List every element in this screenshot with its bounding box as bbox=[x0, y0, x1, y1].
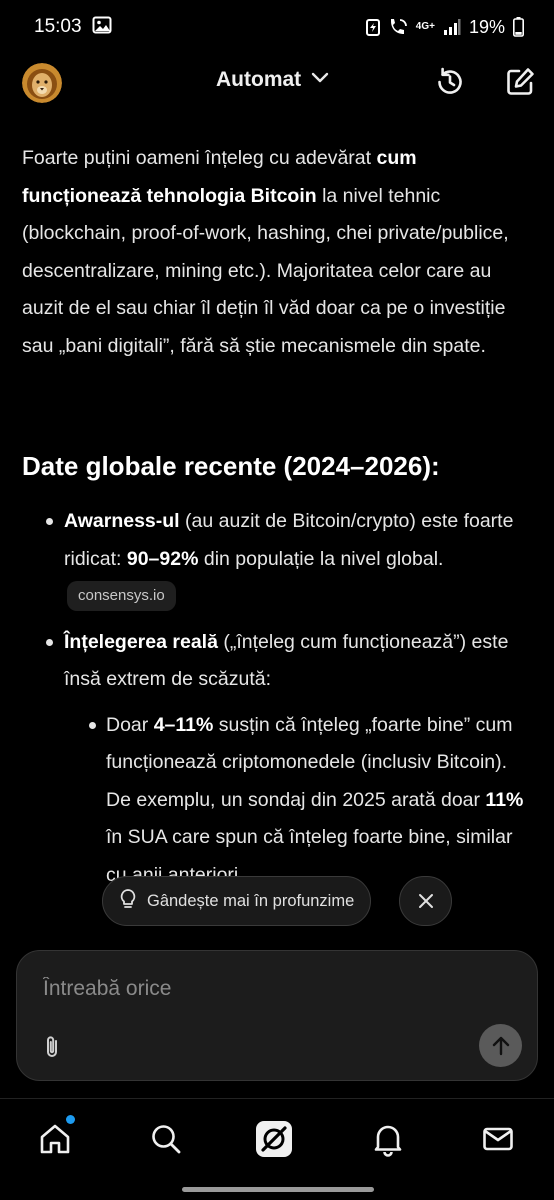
arrow-up-icon bbox=[492, 1036, 509, 1055]
response-paragraph: Foarte puțini oameni înțeleg cu adevărat… bbox=[22, 140, 534, 365]
history-icon bbox=[438, 67, 462, 94]
text-run-bold: Înțelegerea reală bbox=[64, 630, 218, 653]
nav-grok[interactable] bbox=[254, 1119, 294, 1159]
close-icon bbox=[418, 894, 433, 908]
home-indicator[interactable] bbox=[182, 1187, 374, 1192]
paperclip-icon bbox=[47, 1036, 57, 1057]
nav-notifications[interactable] bbox=[368, 1119, 408, 1159]
list-item: Awarness-ul (au auzit de Bitcoin/crypto)… bbox=[22, 503, 534, 616]
prompt-input[interactable] bbox=[43, 977, 483, 1001]
list-item: Înțelegerea reală („înțeleg cum funcțion… bbox=[22, 624, 534, 699]
think-deeper-button[interactable]: Gândește mai în profunzime bbox=[102, 876, 372, 926]
text-run-bold: Awarness-ul bbox=[64, 510, 180, 532]
nav-search[interactable] bbox=[146, 1119, 186, 1159]
status-right: 4G+ 19% bbox=[365, 16, 524, 38]
lightbulb-icon bbox=[119, 888, 137, 915]
mail-icon bbox=[483, 1127, 513, 1151]
status-time: 15:03 bbox=[34, 16, 82, 37]
network-label: 4G+ bbox=[415, 21, 435, 32]
text-run-bold: 4–11% bbox=[153, 713, 214, 736]
text-run: din populație la nivel global. bbox=[198, 547, 444, 570]
history-button[interactable] bbox=[432, 64, 468, 100]
text-run: la nivel tehnic (blockchain, proof-of-wo… bbox=[22, 184, 509, 357]
section-heading: Date globale recente (2024–2026): bbox=[22, 451, 440, 481]
home-icon bbox=[40, 1124, 70, 1154]
grok-icon bbox=[256, 1121, 292, 1157]
text-run-bold: 90–92% bbox=[126, 547, 199, 570]
compose-icon bbox=[507, 68, 534, 95]
bottom-navigation bbox=[0, 1098, 554, 1200]
status-left: 15:03 bbox=[34, 16, 112, 39]
avatar[interactable] bbox=[22, 63, 62, 103]
think-deeper-label: Gândește mai în profunzime bbox=[147, 891, 355, 910]
lion-avatar-icon bbox=[22, 63, 62, 103]
citation-chip[interactable]: consensys.io bbox=[67, 581, 176, 611]
nav-home[interactable] bbox=[35, 1115, 75, 1159]
battery-saver-icon bbox=[365, 18, 380, 36]
text-run: Doar bbox=[106, 713, 154, 736]
attach-button[interactable] bbox=[39, 1033, 67, 1061]
model-selector[interactable]: Automat bbox=[216, 68, 329, 92]
list-item-nested: Doar 4–11% susțin că înțeleg „foarte bin… bbox=[22, 707, 534, 895]
gallery-notification-icon bbox=[92, 16, 112, 39]
notification-dot bbox=[66, 1115, 75, 1124]
dismiss-button[interactable] bbox=[399, 876, 452, 926]
bullet-list: Awarness-ul (au auzit de Bitcoin/crypto)… bbox=[22, 503, 534, 894]
search-icon bbox=[152, 1125, 181, 1154]
nav-messages[interactable] bbox=[478, 1119, 518, 1159]
chevron-down-icon bbox=[311, 71, 329, 89]
wifi-call-icon bbox=[388, 18, 408, 36]
text-run-bold: 11% bbox=[485, 788, 524, 811]
send-button[interactable] bbox=[479, 1024, 522, 1067]
battery-percent: 19% bbox=[468, 16, 505, 37]
model-label: Automat bbox=[216, 68, 302, 91]
text-run: Foarte puțini oameni înțeleg cu adevărat bbox=[22, 147, 377, 169]
new-chat-button[interactable] bbox=[502, 64, 538, 100]
app-header: Automat bbox=[0, 56, 554, 108]
bell-icon bbox=[374, 1125, 402, 1157]
status-bar: 15:03 4G+ 19% bbox=[0, 0, 554, 54]
signal-icon bbox=[443, 18, 461, 36]
battery-icon bbox=[513, 17, 524, 37]
composer bbox=[16, 950, 538, 1081]
